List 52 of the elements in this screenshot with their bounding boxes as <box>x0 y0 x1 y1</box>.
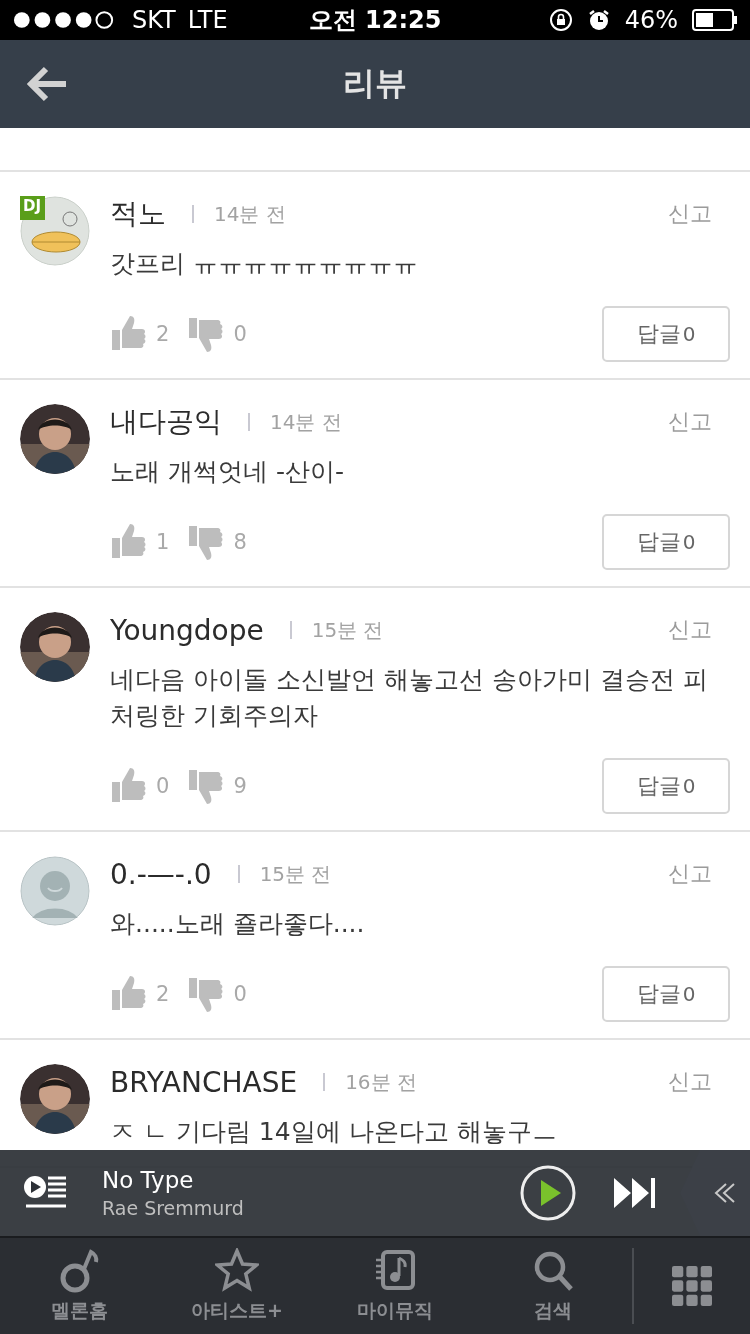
post-time: 15분 전 <box>311 616 384 644</box>
user-name: BRYANCHASE <box>110 1065 298 1099</box>
like-count: 2 <box>156 322 170 346</box>
tab-item[interactable]: 멜론홈 <box>0 1248 158 1324</box>
comment-text: ㅈ ㄴ 기다림 14일에 나온다고 해놓구ㅡ <box>110 1116 558 1148</box>
report-link[interactable]: 신고 <box>668 199 730 229</box>
post-time: 15분 전 <box>259 860 332 888</box>
star-icon <box>215 1248 259 1294</box>
reply-button[interactable]: 답글0 <box>602 966 730 1022</box>
like-count: 1 <box>156 530 170 554</box>
battery-percent: 46% <box>624 6 678 34</box>
artist-name: Rae Sremmurd <box>102 1197 245 1219</box>
user-name: 적노 <box>110 196 166 232</box>
post-time: 14분 전 <box>270 408 342 436</box>
dislike-count: 0 <box>233 322 247 346</box>
skip-forward-button[interactable] <box>614 1178 658 1208</box>
battery-icon <box>692 9 738 31</box>
report-link[interactable]: 신고 <box>668 859 730 889</box>
song-title: No Type <box>102 1167 195 1193</box>
user-name: Youngdope <box>110 613 264 647</box>
play-button[interactable] <box>520 1165 576 1221</box>
screen-title: 리뷰 <box>343 63 407 104</box>
tab-item[interactable]: 마이뮤직 <box>316 1248 474 1324</box>
network-type: LTE <box>187 6 228 34</box>
default-avatar-icon <box>20 856 90 926</box>
back-button[interactable] <box>26 64 68 104</box>
like-count: 2 <box>156 982 170 1006</box>
reply-button[interactable]: 답글0 <box>602 758 730 814</box>
dislike-count: 0 <box>233 982 247 1006</box>
comment-text: 갓프리 ㅠㅠㅠㅠㅠㅠㅠㅠㅠ <box>110 248 419 280</box>
user-name: 0.-—-.0 <box>110 857 212 891</box>
clock: 오전 12:25 <box>308 5 442 36</box>
report-link[interactable]: 신고 <box>668 615 730 645</box>
carrier-name: SKT <box>132 6 176 34</box>
post-time: 14분 전 <box>214 200 286 228</box>
comment-text: 네다음 아이돌 소신발언 해놓고선 송아가미 결승전 피처링한 기회주의자 <box>110 664 709 732</box>
like-count: 0 <box>156 774 170 798</box>
user-name: 내다공익 <box>110 404 222 440</box>
tab-item[interactable]: 검색 <box>474 1248 632 1324</box>
report-link[interactable]: 신고 <box>668 407 730 437</box>
dislike-count: 8 <box>233 530 247 554</box>
reply-button[interactable]: 답글0 <box>602 514 730 570</box>
comment-text: 노래 개썩엇네 -산이- <box>110 456 345 488</box>
reply-button[interactable]: 답글0 <box>602 306 730 362</box>
dj-badge: DJ <box>20 196 46 220</box>
rotation-lock-icon <box>548 8 573 32</box>
report-link[interactable]: 신고 <box>668 1067 730 1097</box>
post-time: 16분 전 <box>345 1068 417 1096</box>
tab-item[interactable]: 아티스트+ <box>158 1248 316 1324</box>
comment-text: 와.....노래 죨라좋다.... <box>110 908 366 940</box>
dislike-count: 9 <box>233 774 247 798</box>
grid-menu-icon[interactable] <box>672 1266 712 1306</box>
